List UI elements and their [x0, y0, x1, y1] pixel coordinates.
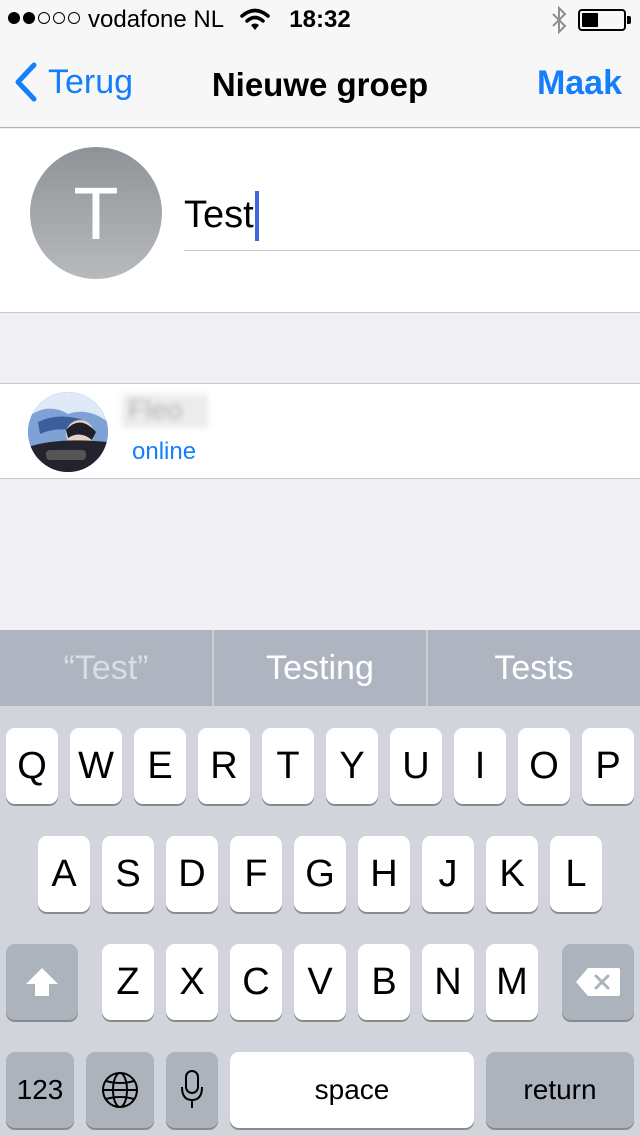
backspace-icon [576, 968, 620, 996]
battery-icon [578, 9, 631, 31]
key-h[interactable]: H [358, 836, 410, 912]
status-time: 18:32 [289, 6, 351, 33]
back-button-label: Terug [48, 62, 134, 101]
key-j[interactable]: J [422, 836, 474, 912]
key-g[interactable]: G [294, 836, 346, 912]
status-bar: vodafone NL 18:32 [0, 0, 640, 40]
navigation-bar: Terug Nieuwe groep Maak [0, 40, 640, 128]
key-r[interactable]: R [198, 728, 250, 804]
key-y[interactable]: Y [326, 728, 378, 804]
predictive-bar: “Test” Testing Tests [0, 630, 640, 706]
shift-key[interactable] [6, 944, 78, 1020]
avatar [28, 392, 108, 472]
group-avatar-letter: T [73, 171, 119, 255]
group-avatar[interactable]: T [30, 147, 162, 279]
chevron-left-icon [15, 62, 37, 102]
key-q[interactable]: Q [6, 728, 58, 804]
group-header: T Test [0, 129, 640, 313]
key-n[interactable]: N [422, 944, 474, 1020]
list-item[interactable]: Fleo online [0, 383, 640, 479]
key-z[interactable]: Z [102, 944, 154, 1020]
keyboard: Q W E R T Y U I O P A S D F G H J K L Z … [0, 706, 640, 1136]
key-v[interactable]: V [294, 944, 346, 1020]
member-status: online [132, 438, 197, 465]
key-a[interactable]: A [38, 836, 90, 912]
key-c[interactable]: C [230, 944, 282, 1020]
suggestion-tests[interactable]: Tests [428, 630, 640, 706]
back-button[interactable]: Terug [14, 62, 133, 102]
globe-icon [102, 1072, 138, 1108]
key-s[interactable]: S [102, 836, 154, 912]
key-d[interactable]: D [166, 836, 218, 912]
group-name-input[interactable]: Test [184, 181, 640, 251]
key-x[interactable]: X [166, 944, 218, 1020]
key-o[interactable]: O [518, 728, 570, 804]
microphone-icon [181, 1070, 203, 1108]
return-key[interactable]: return [486, 1052, 634, 1128]
dictation-key[interactable] [166, 1052, 218, 1128]
key-l[interactable]: L [550, 836, 602, 912]
suggestion-testing[interactable]: Testing [214, 630, 428, 706]
create-button[interactable]: Maak [537, 64, 622, 103]
key-f[interactable]: F [230, 836, 282, 912]
text-caret [254, 190, 259, 241]
key-b[interactable]: B [358, 944, 410, 1020]
numbers-key[interactable]: 123 [6, 1052, 74, 1128]
member-name: Fleo [122, 394, 208, 428]
group-name-value: Test [184, 194, 254, 236]
key-m[interactable]: M [486, 944, 538, 1020]
bluetooth-icon [550, 5, 568, 39]
key-k[interactable]: K [486, 836, 538, 912]
delete-key[interactable] [562, 944, 634, 1020]
globe-key[interactable] [86, 1052, 154, 1128]
key-i[interactable]: I [454, 728, 506, 804]
key-p[interactable]: P [582, 728, 634, 804]
suggestion-literal[interactable]: “Test” [0, 630, 214, 706]
key-t[interactable]: T [262, 728, 314, 804]
space-key[interactable]: space [230, 1052, 474, 1128]
shift-icon [26, 968, 58, 996]
key-u[interactable]: U [390, 728, 442, 804]
key-w[interactable]: W [70, 728, 122, 804]
key-e[interactable]: E [134, 728, 186, 804]
